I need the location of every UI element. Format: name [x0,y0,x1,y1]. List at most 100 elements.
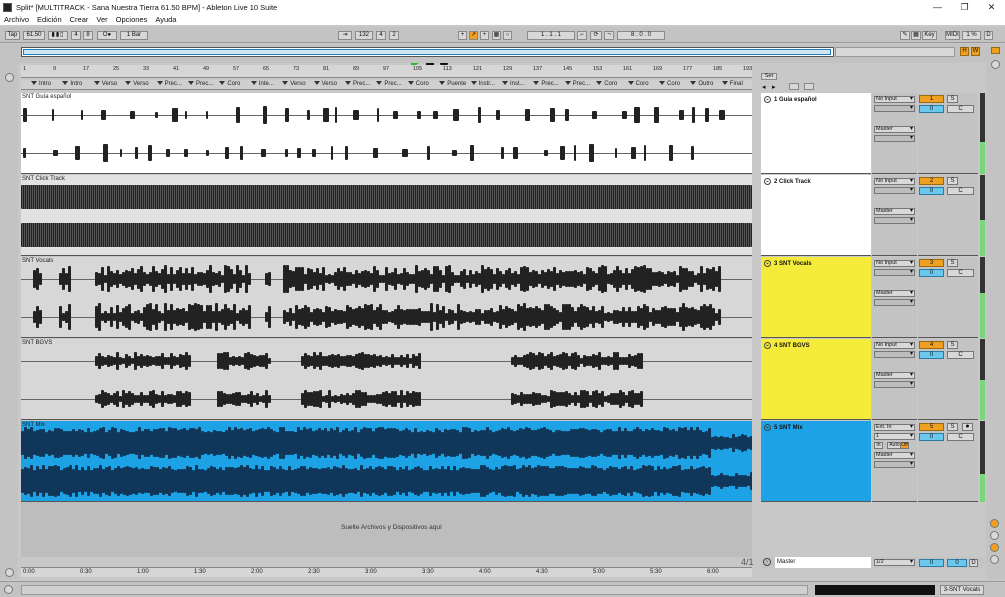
locator-marker[interactable]: Prec... [345,81,370,87]
track-clip[interactable]: SNT Vocals [21,257,752,338]
track-header[interactable]: ⌄ 1 Guía español [761,93,871,174]
browser-toggle-icon[interactable] [5,73,14,82]
track-header[interactable]: ⌄ 5 SNT Mix [761,421,871,502]
return-toggle-icon[interactable] [990,543,999,552]
input-channel-menu[interactable] [874,351,915,358]
locator-marker[interactable]: Prec... [188,81,213,87]
position-bar[interactable]: 132 [355,31,373,40]
key-map-button[interactable]: Key [922,31,937,40]
master-volume[interactable]: 0 [919,559,944,567]
pan-field[interactable]: C [947,269,974,277]
loop-switch-icon[interactable]: ⟳ [590,31,602,40]
detail-view-thumb[interactable] [815,585,935,595]
input-channel-menu[interactable] [874,105,915,112]
input-channel-menu[interactable] [874,187,915,194]
computer-midi-icon[interactable]: ▦ [911,31,921,40]
pan-field[interactable]: C [947,187,974,195]
maximize-button[interactable]: ❐ [951,2,978,13]
locator-marker[interactable]: Prec... [157,81,182,87]
locator-marker[interactable]: Coro [219,81,240,87]
menu-lines-icon[interactable] [991,47,1000,54]
locator-next-icon[interactable]: ▸ [772,83,776,91]
locator-marker[interactable]: Coro [596,81,617,87]
locator-marker[interactable]: Prec... [376,81,401,87]
beat-ruler[interactable]: 1 9 17 25 33 41 49 57 65 73 81 89 97 105 113 121 129 137 1… [21,65,752,78]
track-clip[interactable]: SNT BGVS [21,339,752,420]
arm-record-icon[interactable]: ● [962,423,973,431]
track-activator-button[interactable]: 3 [919,259,944,267]
set-label[interactable]: Set [761,73,777,80]
track-header[interactable]: ⌄ 4 SNT BGVS [761,339,871,420]
minimize-button[interactable]: — [924,2,951,13]
locator-marker[interactable]: Verso [94,81,117,87]
locator-marker[interactable]: Inte... [251,81,274,87]
track-header[interactable]: ⌄ 2 Click Track [761,175,871,256]
track-activator-button[interactable]: 1 [919,95,944,103]
pan-field[interactable]: C [947,433,974,441]
master-fold-icon[interactable]: › [763,558,771,566]
sig-denominator[interactable]: 8 [83,31,93,40]
volume-field[interactable]: 0 [919,433,944,441]
menu-archivo[interactable]: Archivo [4,15,29,24]
track-clip[interactable]: SNT Guía español [21,93,752,174]
menu-opciones[interactable]: Opciones [116,15,148,24]
locator-prev-icon[interactable]: ◂ [762,83,766,91]
position-sub[interactable]: 2 [389,31,399,40]
sig-numerator[interactable]: 4 [71,31,81,40]
draw-mode-icon[interactable]: ✎ [900,31,910,40]
info-toggle-icon[interactable] [4,585,13,594]
tempo-field[interactable]: 61.50 [23,31,45,40]
input-type-menu[interactable]: No Input [874,260,915,267]
volume-field[interactable]: 0 [919,105,944,113]
overdub-icon[interactable]: + [458,31,467,40]
reenable-automation-icon[interactable]: + [480,31,489,40]
track-activator-button[interactable]: 5 [919,423,944,431]
metronome-button[interactable]: O● [97,31,117,40]
volume-field[interactable]: 0 [919,187,944,195]
fold-icon[interactable]: ⌄ [764,96,771,103]
tap-button[interactable]: Tap [5,31,20,40]
output-channel-menu[interactable] [874,217,915,224]
input-type-menu[interactable]: No Input [874,342,915,349]
track-activator-button[interactable]: 4 [919,341,944,349]
locator-marker[interactable]: Verso [125,81,148,87]
locator-marker[interactable]: Intro [31,81,51,87]
locator-marker[interactable]: Coro [628,81,649,87]
locator-marker[interactable]: Coro [659,81,680,87]
drop-area[interactable]: Suelte Archivos y Dispositivos aquí [21,502,752,557]
fold-icon[interactable]: ⌄ [764,260,771,267]
solo-button[interactable]: S [947,423,958,431]
volume-field[interactable]: 0 [919,269,944,277]
locator-marker[interactable]: Verso [314,81,337,87]
output-channel-menu[interactable] [874,461,915,468]
zoom-icon[interactable] [804,83,814,90]
nudge-icon[interactable]: ▮▮▯ [48,31,68,40]
monitor-off-button[interactable]: Off [900,442,909,449]
unfold-icon[interactable] [789,83,799,90]
solo-toggle-icon[interactable] [990,531,999,540]
quantize-menu[interactable]: 1 Bar [120,31,148,40]
track-clip[interactable]: SNT Click Track [21,175,752,256]
volume-field[interactable]: 0 [919,351,944,359]
loop-start-field[interactable]: 1 . 1 . 1 [527,31,575,40]
time-ruler[interactable]: 0:00 0:30 1:00 1:30 2:00 2:30 3:00 3:30 4:00 4:30… [21,567,752,577]
punch-out-icon[interactable]: ¬ [604,31,614,40]
session-record-icon[interactable]: ○ [503,31,512,40]
output-channel-menu[interactable] [874,135,915,142]
locator-marker[interactable]: Prec... [565,81,590,87]
locator-marker[interactable]: Instr... [471,81,495,87]
output-channel-menu[interactable] [874,381,915,388]
track-header[interactable]: ⌄ 3 SNT Vocals [761,257,871,338]
midi-map-button[interactable]: MIDI [945,31,960,40]
overview-toggle-icon[interactable] [5,568,14,577]
arm-icon[interactable] [990,519,999,528]
capture-icon[interactable]: ▦ [492,31,501,40]
menu-ayuda[interactable]: Ayuda [155,15,176,24]
locator-marker[interactable]: Verso [282,81,305,87]
locator-marker[interactable]: Outro [690,81,713,87]
h-button[interactable]: H [960,47,969,56]
locator-marker[interactable]: Prec... [533,81,558,87]
scroll-up-icon[interactable] [991,60,1000,69]
pan-field[interactable]: C [947,351,974,359]
locator-marker[interactable]: Intro [62,81,82,87]
